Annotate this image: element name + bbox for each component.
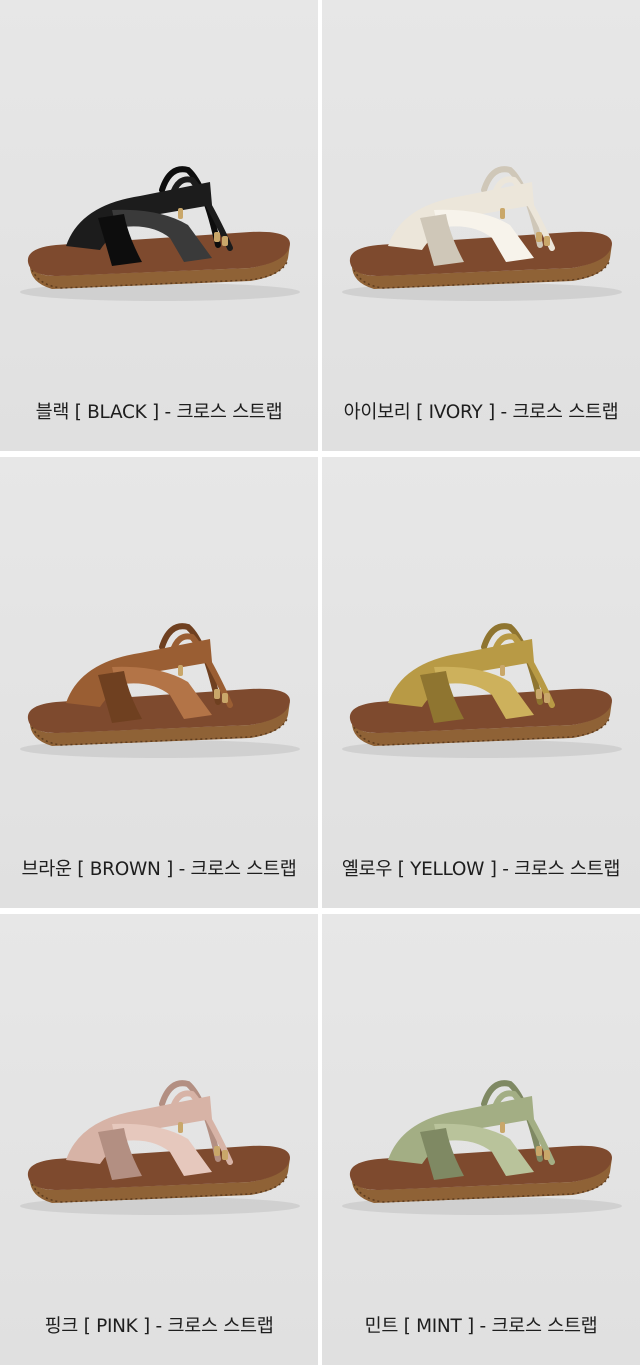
sandal-hardware-2 [536,689,542,699]
sandal-hardware-1 [178,665,183,676]
sandal-drawing [20,166,300,301]
sandal-hardware-3 [222,693,228,703]
product-card-yellow[interactable]: 옐로우 [ YELLOW ] - 크로스 스트랩 [322,457,640,908]
sandal-hardware-3 [544,236,550,246]
sandal-drawing [342,623,622,758]
product-caption: 핑크 [ PINK ] - 크로스 스트랩 [44,1316,274,1337]
sandal-drawing [20,1080,300,1215]
product-caption: 민트 [ MINT ] - 크로스 스트랩 [364,1316,598,1337]
sandal-hardware-3 [544,693,550,703]
sandal-drawing [20,623,300,758]
sandal-hardware-1 [500,208,505,219]
product-card-brown[interactable]: 브라운 [ BROWN ] - 크로스 스트랩 [0,457,318,908]
sandal-hardware-2 [214,689,220,699]
product-color-grid: 블랙 [ BLACK ] - 크로스 스트랩 아이보리 [ IVORY ] - … [0,0,640,1366]
product-card-mint[interactable]: 민트 [ MINT ] - 크로스 스트랩 [322,914,640,1365]
product-caption: 브라운 [ BROWN ] - 크로스 스트랩 [21,859,297,880]
sandal-drawing [342,1080,622,1215]
sandal-hardware-1 [500,665,505,676]
sandal-hardware-1 [178,1122,183,1133]
sandal-drawing [342,166,622,301]
sandal-hardware-2 [214,232,220,242]
product-card-pink[interactable]: 핑크 [ PINK ] - 크로스 스트랩 [0,914,318,1365]
product-card-black[interactable]: 블랙 [ BLACK ] - 크로스 스트랩 [0,0,318,451]
sandal-image-brown [20,623,300,758]
sandal-hardware-1 [500,1122,505,1133]
sandal-image-pink [20,1080,300,1215]
sandal-hardware-3 [544,1150,550,1160]
sandal-hardware-2 [536,1146,542,1156]
sandal-hardware-2 [536,232,542,242]
product-card-ivory[interactable]: 아이보리 [ IVORY ] - 크로스 스트랩 [322,0,640,451]
sandal-hardware-2 [214,1146,220,1156]
sandal-image-ivory [342,166,622,301]
sandal-image-yellow [342,623,622,758]
product-caption: 아이보리 [ IVORY ] - 크로스 스트랩 [343,402,619,423]
sandal-image-black [20,166,300,301]
sandal-hardware-1 [178,208,183,219]
product-caption: 블랙 [ BLACK ] - 크로스 스트랩 [35,402,283,423]
sandal-hardware-3 [222,236,228,246]
product-caption: 옐로우 [ YELLOW ] - 크로스 스트랩 [341,859,621,880]
sandal-hardware-3 [222,1150,228,1160]
sandal-image-mint [342,1080,622,1215]
